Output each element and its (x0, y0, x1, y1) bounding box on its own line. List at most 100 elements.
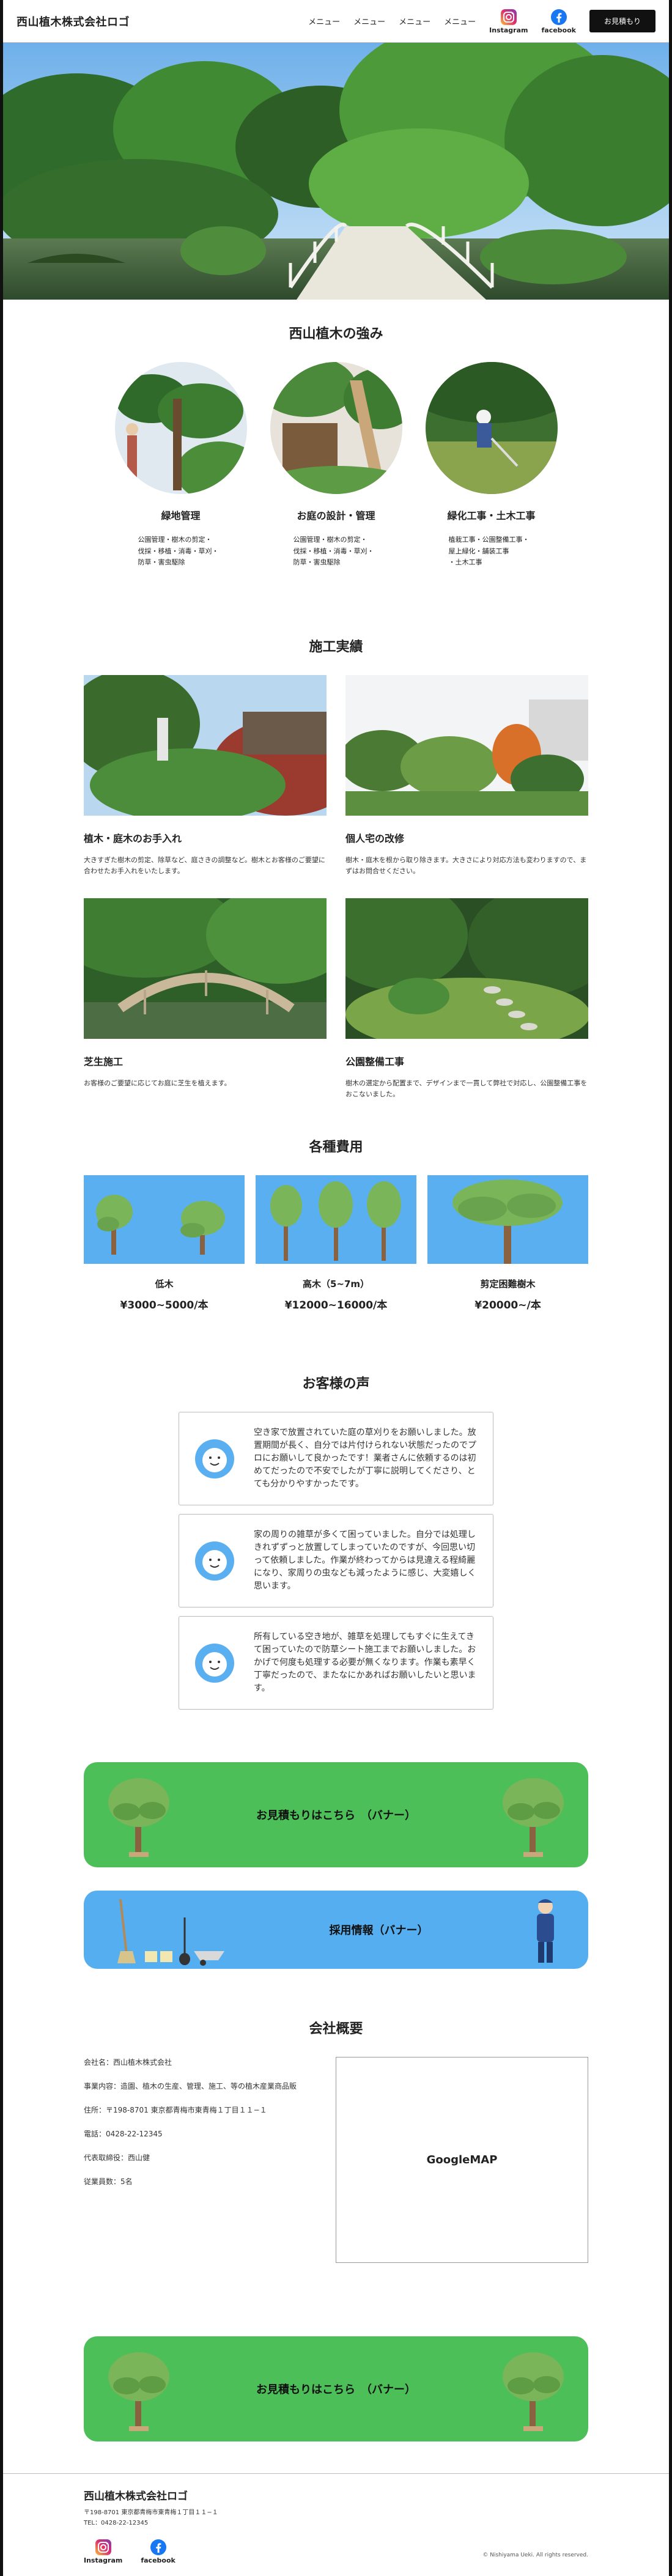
strengths-section: 西山植木の強み 緑地管理 公園管理・樹木の剪定・ 伐採・移植・消毒・草刈・ 防草… (3, 300, 669, 618)
work-text: お客様のご要望に応じてお庭に芝生を植えます。 (84, 1079, 231, 1088)
smiley-face-icon (195, 1541, 234, 1581)
instagram-label: Instagram (489, 26, 528, 34)
strength-title: 緑化工事・土木工事 (447, 510, 536, 522)
prices-title: 各種費用 (309, 1140, 363, 1156)
estimate-button[interactable]: お見積もり (589, 10, 655, 32)
header-instagram-link[interactable]: Instagram (489, 8, 528, 34)
works-title: 施工実績 (309, 640, 363, 655)
strength-text: 公園管理・樹木の剪定・ 伐採・移植・消毒・草刈・ 防草・害虫駆除 (138, 536, 219, 567)
work-text: 大きすぎた樹木の剪定、除草など、庭さきの調整など。樹木とお客様のご要望に合わせた… (84, 856, 325, 875)
company-ceo-row: 代表取締役：西山健 (84, 2153, 150, 2163)
company-section: 会社概要 会社名：西山植木株式会社 事業内容：造園、植木の生産、管理、施工、等の… (3, 1969, 669, 2264)
footer-address: 〒198-8701 東京都青梅市東青梅１丁目１１−１ (84, 2509, 218, 2516)
page-frame: 西山植木株式会社ロゴ メニュー メニュー メニュー メニュー Instagram (0, 0, 672, 2576)
voice-card: 所有している空き地が、雑草を処理してもすぐに生えてきて困っていたので防草シート施… (179, 1616, 493, 1710)
strength-card: お庭の設計・管理 公園管理・樹木の剪定・ 伐採・移植・消毒・草刈・ 防草・害虫駆… (270, 362, 402, 569)
voice-text: 所有している空き地が、雑草を処理してもすぐに生えてきて困っていたので防草シート施… (254, 1632, 476, 1694)
strength-text: 植栽工事・公園整備工事・ 屋上緑化・舗装工事 ・土木工事 (448, 536, 530, 567)
work-text: 樹木の選定から配置まで、デザインまで一貫して弊社で対応し、公園整備工事をおこない… (345, 1079, 588, 1098)
main-nav: メニュー メニュー メニュー メニュー Instagram facebook お… (308, 8, 655, 34)
price-amount: ¥20000~/本 (474, 1299, 541, 1312)
nav-menu-2[interactable]: メニュー (353, 15, 385, 27)
tree-icon (108, 1778, 169, 1858)
shrub-illustration (84, 1175, 245, 1264)
strength-title: 緑地管理 (161, 510, 201, 522)
work-card[interactable]: 個人宅の改修 樹木・庭木を根から取り除きます。大きさにより対応方法も変わりますの… (345, 675, 588, 876)
strength-card: 緑化工事・土木工事 植栽工事・公園整備工事・ 屋上緑化・舗装工事 ・土木工事 (425, 362, 558, 569)
voices-title: お客様の声 (302, 1376, 370, 1392)
site-footer: 西山植木株式会社ロゴ 〒198-8701 東京都青梅市東青梅１丁目１１−１ TE… (3, 2473, 669, 2576)
estimate-banner-label: お見積もりはこちら （バナー） (256, 1809, 416, 1823)
work-photo-park (345, 898, 588, 1039)
nav-menu-1[interactable]: メニュー (308, 15, 340, 27)
strength-text: 公園管理・樹木の剪定・ 伐採・移植・消毒・草刈・ 防草・害虫駆除 (293, 536, 374, 567)
estimate-banner[interactable]: お見積もりはこちら （バナー） (84, 1762, 588, 1868)
strength-title: お庭の設計・管理 (297, 510, 375, 522)
prices-section: 各種費用 低木 ¥3000~5000/本 高木（5~7m） ¥12000~160… (3, 1099, 669, 1312)
site-logo[interactable]: 西山植木株式会社ロゴ (17, 13, 130, 29)
work-title: 個人宅の改修 (345, 833, 405, 844)
voice-text: 空き家で放置されていた庭の草刈りをお願いしました。放置期間が長く、自分では片付け… (254, 1428, 476, 1489)
smiley-face-icon (195, 1439, 234, 1478)
tree-icon (503, 2352, 564, 2432)
footer-tel: TEL：0428-22-12345 (84, 2520, 149, 2526)
voice-card: 空き家で放置されていた庭の草刈りをお願いしました。放置期間が長く、自分では片付け… (179, 1412, 493, 1506)
company-employees-row: 従業員数：5名 (84, 2177, 133, 2187)
work-card[interactable]: 公園整備工事 樹木の選定から配置まで、デザインまで一貫して弊社で対応し、公園整備… (345, 898, 588, 1099)
voice-card: 家の周りの雑草が多くて困っていました。自分では処理しきれずずっと放置してしまって… (179, 1514, 493, 1608)
strength-photo-greenery (114, 362, 247, 494)
work-title: 植木・庭木のお手入れ (84, 833, 182, 844)
garden-bridge-photo (3, 43, 669, 300)
price-name: 高木（5~7m） (302, 1279, 370, 1290)
facebook-icon (150, 2539, 166, 2555)
footer-facebook-link[interactable]: facebook (141, 2538, 175, 2564)
price-amount: ¥12000~16000/本 (284, 1299, 388, 1312)
voice-text: 家の周りの雑草が多くて困っていました。自分では処理しきれずずっと放置してしまって… (254, 1530, 476, 1592)
work-title: 芝生施工 (84, 1056, 124, 1068)
work-photo-residence (345, 675, 588, 816)
tree-icon (503, 1778, 564, 1858)
company-name-row: 会社名：西山植木株式会社 (84, 2058, 172, 2067)
price-card: 高木（5~7m） ¥12000~16000/本 (256, 1175, 416, 1312)
price-card: 剪定困難樹木 ¥20000~/本 (427, 1175, 588, 1312)
facebook-label: facebook (141, 2556, 175, 2564)
recruit-banner[interactable]: 採用情報（バナー） (84, 1891, 588, 1969)
estimate-banner-bottom[interactable]: お見積もりはこちら （バナー） (84, 2336, 588, 2442)
price-amount: ¥3000~5000/本 (120, 1299, 209, 1312)
company-business-row: 事業内容：造園、植木の生産、管理、施工、等の植木産業商品販 (84, 2082, 297, 2091)
garden-tools-icon (117, 1899, 224, 1966)
hero-image (3, 43, 669, 300)
work-photo-lawn (84, 898, 327, 1039)
work-text: 樹木・庭木を根から取り除きます。大きさにより対応方法も変わりますので、まずはお問… (345, 856, 587, 875)
tree-icon (108, 2352, 169, 2432)
facebook-label: facebook (541, 26, 576, 34)
copyright: © Nishiyama Ueki. All rights reserved. (482, 2552, 588, 2558)
voices-section: お客様の声 空き家で放置されていた庭の草刈りをお願いしました。放置期間が長く、自… (3, 1312, 669, 1710)
large-tree-illustration (427, 1175, 588, 1264)
strengths-title: 西山植木の強み (289, 327, 383, 342)
site-header: 西山植木株式会社ロゴ メニュー メニュー メニュー メニュー Instagram (3, 0, 669, 43)
recruit-banner-label: 採用情報（バナー） (329, 1924, 429, 1938)
price-name: 剪定困難樹木 (480, 1279, 536, 1290)
smiley-face-icon (195, 1643, 234, 1683)
strength-photo-garden (270, 362, 402, 494)
tall-tree-illustration (256, 1175, 416, 1264)
header-facebook-link[interactable]: facebook (541, 8, 576, 34)
worker-icon (537, 1899, 554, 1963)
work-card[interactable]: 芝生施工 お客様のご要望に応じてお庭に芝生を植えます。 (84, 898, 327, 1099)
strength-card: 緑地管理 公園管理・樹木の剪定・ 伐採・移植・消毒・草刈・ 防草・害虫駆除 (114, 362, 247, 569)
price-card: 低木 ¥3000~5000/本 (84, 1175, 245, 1312)
instagram-icon (95, 2539, 111, 2555)
works-section: 施工実績 植木・庭木のお手入れ 大きすぎた樹木の剪定、除草など、庭さきの調整など… (3, 618, 669, 1099)
work-card[interactable]: 植木・庭木のお手入れ 大きすぎた樹木の剪定、除草など、庭さきの調整など。樹木とお… (84, 675, 327, 876)
work-photo-pruning (84, 675, 327, 816)
nav-menu-3[interactable]: メニュー (399, 15, 430, 27)
work-title: 公園整備工事 (345, 1056, 405, 1068)
company-address-row: 住所：〒198-8701 東京都青梅市東青梅１丁目１１−１ (84, 2106, 267, 2115)
google-map[interactable]: GoogleMAP (336, 2057, 588, 2264)
instagram-icon (500, 9, 517, 25)
footer-instagram-link[interactable]: Instagram (84, 2538, 122, 2564)
company-info: 会社名：西山植木株式会社 事業内容：造園、植木の生産、管理、施工、等の植木産業商… (84, 2057, 297, 2263)
footer-logo[interactable]: 西山植木株式会社ロゴ (84, 2487, 588, 2503)
nav-menu-4[interactable]: メニュー (444, 15, 476, 27)
